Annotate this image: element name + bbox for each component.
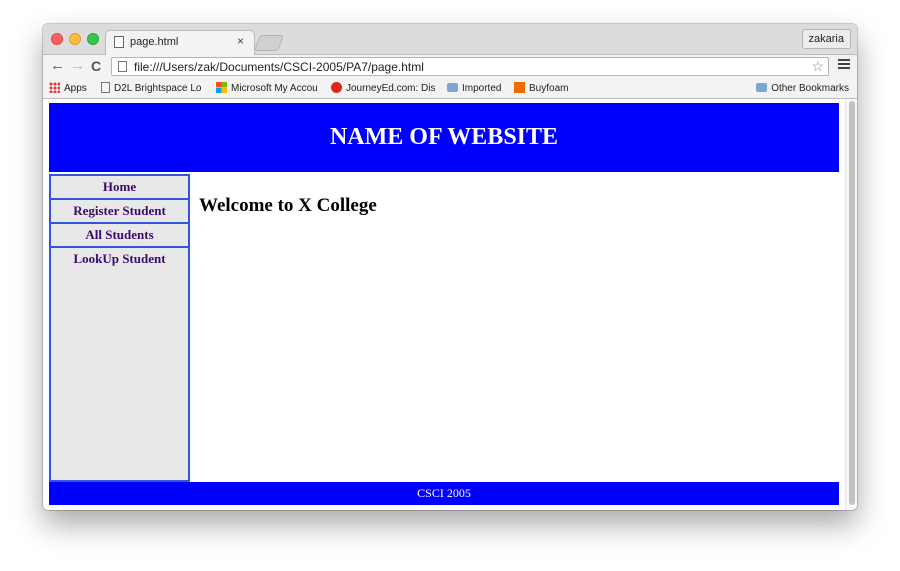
bookmark-label: JourneyEd.com: Dis [346,83,436,94]
bookmark-label: Imported [462,83,502,94]
apps-grid-icon [49,82,60,93]
bookmark-star-icon[interactable]: ☆ [811,58,824,75]
minimize-window-button[interactable] [69,33,81,45]
forward-arrow-icon[interactable]: → [70,58,85,74]
vertical-scrollbar[interactable] [845,99,857,510]
zoom-window-button[interactable] [87,33,99,45]
nav-home-link[interactable]: Home [51,176,188,200]
sidebar-nav: Home Register Student All Students LookU… [49,174,190,482]
nav-register-student-link[interactable]: Register Student [51,200,188,224]
close-window-button[interactable] [51,33,63,45]
nav-all-students-link[interactable]: All Students [51,224,188,248]
folder-icon [447,83,458,92]
scrollbar-thumb[interactable] [849,101,855,505]
bookmark-label: Apps [64,83,87,94]
other-bookmarks[interactable]: Other Bookmarks [756,81,849,96]
bookmark-label: Microsoft My Accou [231,83,318,94]
page-icon [101,82,110,93]
site-header: NAME OF WEBSITE [49,103,839,172]
url-text[interactable]: file:///Users/zak/Documents/CSCI-2005/PA… [134,59,424,75]
microsoft-logo-icon [216,82,227,93]
browser-window: page.html × zakaria ← → C file:///Users/… [43,24,857,510]
page-icon [114,36,124,48]
reload-icon[interactable]: C [91,58,101,74]
bookmark-label: Buyfoam [529,83,569,94]
web-page: NAME OF WEBSITE Home Register Student Al… [49,103,839,505]
journeyed-icon [331,82,342,93]
page-heading: Welcome to X College [199,195,377,216]
new-tab-button[interactable] [254,35,284,51]
tab-strip: page.html × zakaria [43,24,857,55]
bookmark-label: Other Bookmarks [771,83,849,94]
tab-title: page.html [130,36,179,48]
buyfoam-icon [514,82,525,93]
bookmark-label: D2L Brightspace Lo [114,83,202,94]
bookmark-microsoft[interactable]: Microsoft My Accou [216,81,318,96]
nav-lookup-student-link[interactable]: LookUp Student [51,248,188,272]
menu-hamburger-icon[interactable] [838,59,850,71]
profile-button[interactable]: zakaria [801,29,851,49]
bookmarks-bar: Apps D2L Brightspace Lo Microsoft My Acc… [43,79,857,99]
bookmark-journeyed[interactable]: JourneyEd.com: Dis [331,81,435,96]
tab-close-icon[interactable]: × [237,34,244,48]
browser-tab[interactable]: page.html × [105,30,255,55]
bookmark-d2l[interactable]: D2L Brightspace Lo [101,81,201,96]
site-footer: CSCI 2005 [49,482,839,505]
bookmark-apps[interactable]: Apps [49,81,87,96]
bookmark-buyfoam[interactable]: Buyfoam [514,81,568,96]
folder-icon [756,83,768,92]
page-icon [118,61,127,72]
page-viewport: NAME OF WEBSITE Home Register Student Al… [43,99,857,510]
back-arrow-icon[interactable]: ← [50,58,65,74]
browser-toolbar: ← → C file:///Users/zak/Documents/CSCI-2… [43,55,857,79]
bookmark-imported[interactable]: Imported [447,81,501,96]
address-bar[interactable]: file:///Users/zak/Documents/CSCI-2005/PA… [111,57,829,76]
